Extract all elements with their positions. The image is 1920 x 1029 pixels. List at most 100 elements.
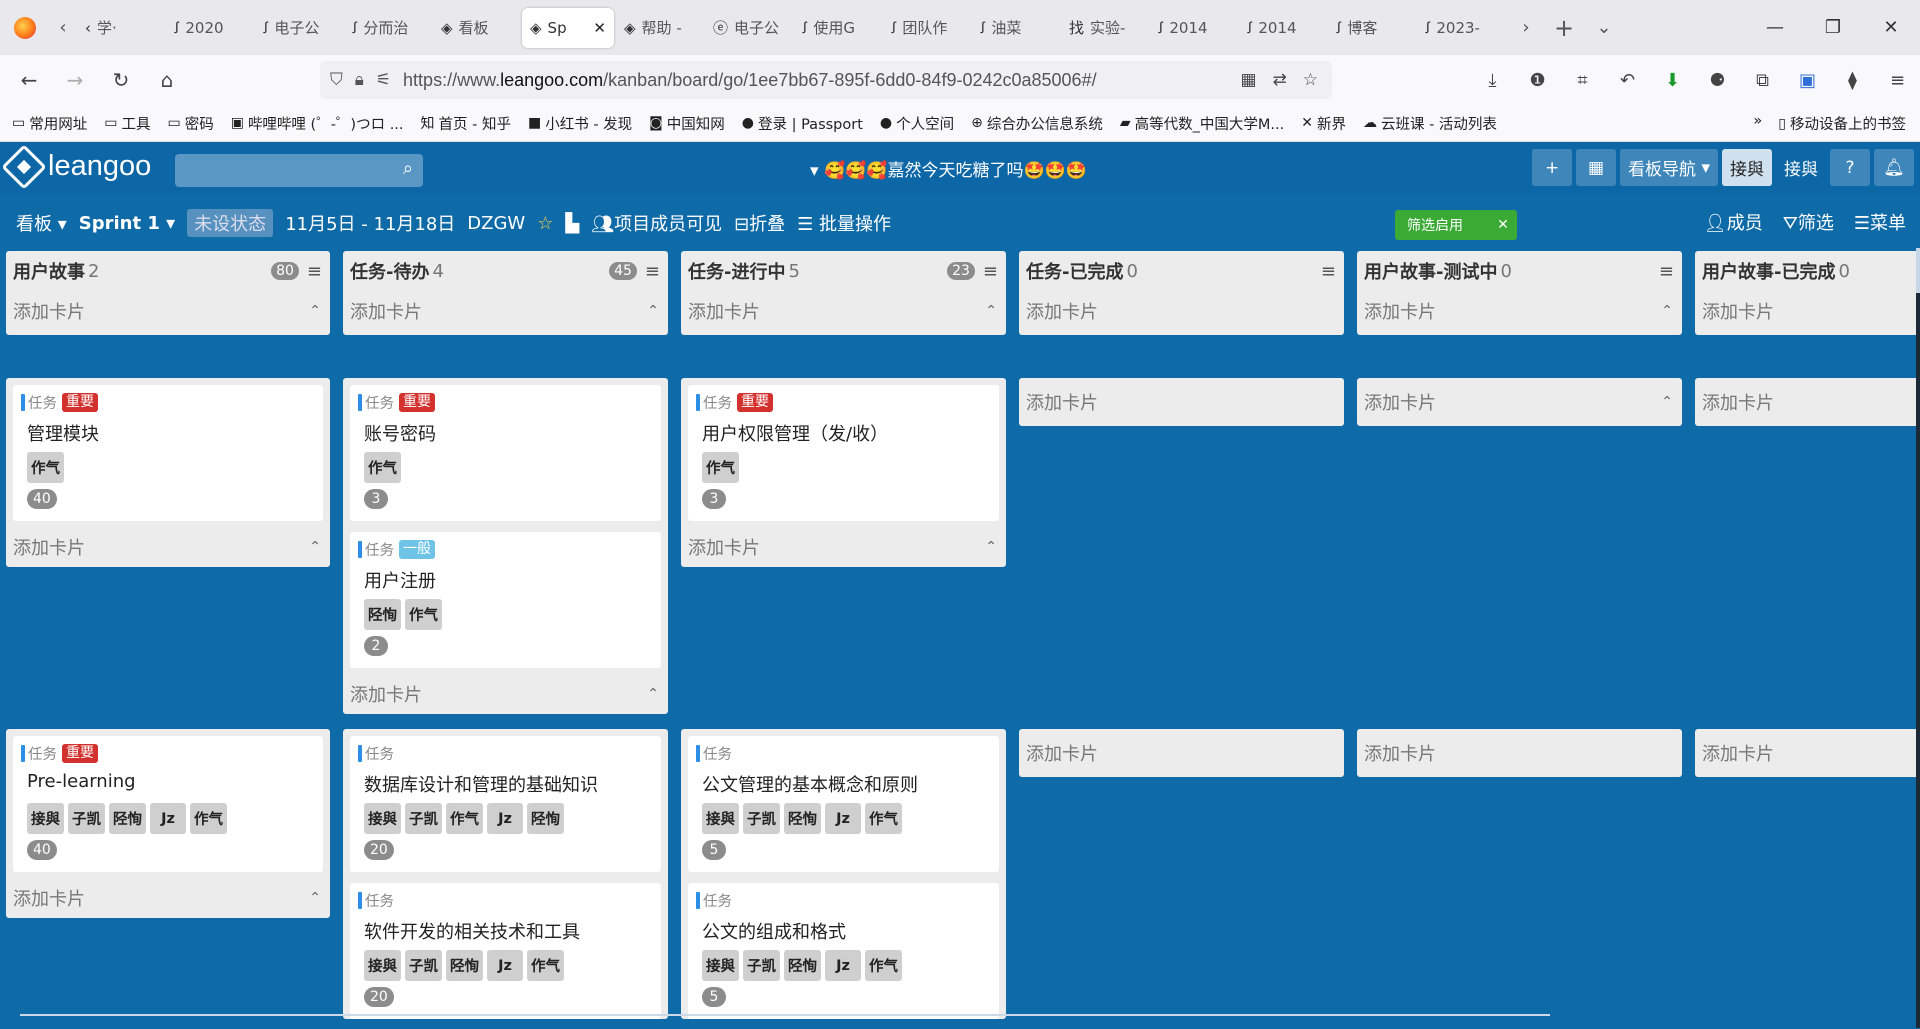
- close-tab-icon[interactable]: ✕: [593, 19, 606, 37]
- leangoo-logo[interactable]: leangoo: [1, 143, 151, 190]
- back-icon[interactable]: ←: [6, 68, 52, 92]
- undo-icon[interactable]: ↶: [1605, 70, 1650, 91]
- app-menu-icon[interactable]: ≡: [1875, 70, 1920, 91]
- screenshot-icon[interactable]: ⌗: [1560, 70, 1605, 91]
- member-avatar[interactable]: Jz: [487, 950, 523, 981]
- close-window-icon[interactable]: ✕: [1862, 17, 1920, 38]
- search-input[interactable]: ⌕: [175, 154, 423, 187]
- help-button[interactable]: ?: [1830, 149, 1870, 186]
- firefox-menu[interactable]: [0, 0, 50, 55]
- browser-tab[interactable]: ꭍ 2014: [1239, 8, 1326, 48]
- download-helper-icon[interactable]: ⬇: [1650, 70, 1695, 91]
- browser-tab[interactable]: ꭍ 使用G: [794, 8, 881, 48]
- browser-tab[interactable]: ꭍ 分而治: [344, 8, 431, 48]
- member-avatar[interactable]: 子凯: [743, 803, 780, 834]
- member-avatar[interactable]: 接與: [702, 803, 739, 834]
- add-card-button[interactable]: 添加卡片: [1695, 291, 1920, 331]
- user-avatar[interactable]: 接與: [1722, 149, 1772, 186]
- member-avatar[interactable]: 子凯: [405, 803, 442, 834]
- tabs-scroll-left-icon[interactable]: ‹: [50, 17, 76, 38]
- collapse-icon[interactable]: ⌃: [309, 303, 321, 319]
- column-menu-icon[interactable]: ≡: [1659, 261, 1674, 282]
- bookmark-item[interactable]: ▰ 高等代数_中国大学M...: [1120, 113, 1284, 134]
- collapse-icon[interactable]: ⌃: [1661, 303, 1673, 319]
- qr-code-icon[interactable]: ▦: [1240, 70, 1256, 90]
- notifications-bell-icon[interactable]: 🔔︎: [1874, 149, 1914, 186]
- browser-tab[interactable]: ꭍ 2014: [1150, 8, 1237, 48]
- member-avatar[interactable]: 陉恂: [527, 803, 564, 834]
- member-avatar[interactable]: 接與: [702, 950, 739, 981]
- collapse-icon[interactable]: ⌃: [647, 303, 659, 319]
- sprint-dates[interactable]: 11月5日 - 11月18日: [285, 210, 455, 236]
- member-avatar[interactable]: 陉恂: [364, 599, 401, 630]
- member-avatar[interactable]: 接與: [364, 803, 401, 834]
- add-card-button[interactable]: 添加卡片 ⌃: [6, 527, 330, 567]
- member-avatar[interactable]: 作气: [702, 452, 739, 483]
- translate-icon[interactable]: ⇄: [1273, 70, 1287, 90]
- members-button[interactable]: 👤︎成员: [1704, 209, 1763, 235]
- more-bookmarks-icon[interactable]: »: [1753, 113, 1762, 134]
- tabs-scroll-right-icon[interactable]: ›: [1513, 17, 1539, 38]
- card[interactable]: 任务 重要 用户权限管理（发/收） 作气 3: [688, 385, 999, 521]
- bookmark-item[interactable]: ◙ 中国知网: [649, 113, 725, 134]
- column-menu-icon[interactable]: ≡: [1321, 261, 1336, 282]
- member-avatar[interactable]: Jz: [825, 950, 861, 981]
- card[interactable]: 任务 一般 用户注册 陉恂 作气 2: [350, 532, 661, 668]
- browser-tab[interactable]: ꭍ 2020: [166, 8, 253, 48]
- add-card-button[interactable]: 添加卡片: [1019, 378, 1344, 426]
- translate-ext-icon[interactable]: ▣: [1785, 70, 1830, 91]
- bookmark-item[interactable]: ☁ 云班课 - 活动列表: [1363, 113, 1497, 134]
- extension-icon[interactable]: ⚈: [1695, 70, 1740, 91]
- filter-enabled-badge[interactable]: 筛选启用 ✕: [1395, 210, 1517, 240]
- browser-tab[interactable]: ◈ 看板: [433, 8, 520, 48]
- card[interactable]: 任务 重要 管理模块 作气 40: [13, 385, 323, 521]
- add-card-button[interactable]: 添加卡片 ⌃: [1357, 291, 1682, 331]
- add-card-button[interactable]: 添加卡片 ⌃: [1357, 378, 1682, 426]
- filter-button[interactable]: ⛛筛选: [1783, 209, 1834, 235]
- add-card-button[interactable]: 添加卡片: [1019, 291, 1344, 331]
- bookmark-item[interactable]: 知首页 - 知乎: [421, 113, 511, 134]
- add-card-button[interactable]: 添加卡片: [1357, 729, 1682, 777]
- search-icon[interactable]: ⌕: [403, 158, 413, 179]
- reload-icon[interactable]: ↻: [98, 68, 144, 92]
- column-menu-icon[interactable]: ≡: [307, 261, 322, 282]
- member-avatar[interactable]: 作气: [527, 950, 564, 981]
- collapse-icon[interactable]: ⌃: [309, 890, 321, 906]
- restore-icon[interactable]: ❐: [1804, 17, 1862, 38]
- mobile-bookmarks[interactable]: ▯ 移动设备上的书签: [1778, 113, 1906, 134]
- browser-tab[interactable]: ꭍ 油菜: [972, 8, 1059, 48]
- visibility-toggle[interactable]: 👥︎项目成员可见: [591, 210, 722, 236]
- url-text[interactable]: https://www.leangoo.com/kanban/board/go/…: [403, 70, 1097, 91]
- board-nav-dropdown[interactable]: 看板导航 ▾: [1620, 149, 1718, 186]
- home-icon[interactable]: ⌂: [144, 68, 190, 92]
- lock-icon[interactable]: 🔒︎: [355, 70, 364, 90]
- browser-tab[interactable]: 找实验-: [1061, 8, 1148, 48]
- bookmark-item[interactable]: ▭ 工具: [104, 113, 150, 134]
- batch-ops[interactable]: ☰ 批量操作: [797, 210, 891, 236]
- member-avatar[interactable]: Jz: [150, 803, 186, 834]
- add-card-button[interactable]: 添加卡片 ⌃: [6, 878, 330, 918]
- permissions-icon[interactable]: ⚟: [376, 70, 391, 90]
- bookmark-item[interactable]: ● 登录 | Passport: [742, 113, 863, 134]
- browser-tab[interactable]: ◈ Sp ✕: [522, 7, 614, 48]
- star-icon[interactable]: ☆: [537, 213, 553, 234]
- browser-tab[interactable]: ꭍ 博客: [1328, 8, 1415, 48]
- add-card-button[interactable]: 添加卡片: [1019, 729, 1344, 777]
- add-card-button[interactable]: 添加卡片 ⌃: [343, 674, 668, 714]
- sprint-dropdown[interactable]: Sprint 1 ▾: [79, 213, 175, 234]
- minimize-icon[interactable]: —: [1746, 17, 1804, 38]
- add-card-button[interactable]: 添加卡片: [1695, 378, 1920, 426]
- member-avatar[interactable]: 作气: [364, 452, 401, 483]
- column-menu-icon[interactable]: ≡: [983, 261, 998, 282]
- member-avatar[interactable]: 作气: [27, 452, 64, 483]
- container-icon[interactable]: ⧉: [1740, 70, 1785, 91]
- clear-filter-icon[interactable]: ✕: [1489, 210, 1517, 240]
- column-menu-icon[interactable]: ≡: [645, 261, 660, 282]
- member-avatar[interactable]: 子凯: [68, 803, 105, 834]
- collapse-icon[interactable]: ⌃: [1661, 394, 1673, 410]
- user-avatar-2[interactable]: 接與: [1776, 149, 1826, 186]
- fold-toggle[interactable]: ⊟折叠: [734, 210, 785, 236]
- member-avatar[interactable]: 子凯: [743, 950, 780, 981]
- member-avatar[interactable]: 作气: [190, 803, 227, 834]
- member-avatar[interactable]: 作气: [446, 803, 483, 834]
